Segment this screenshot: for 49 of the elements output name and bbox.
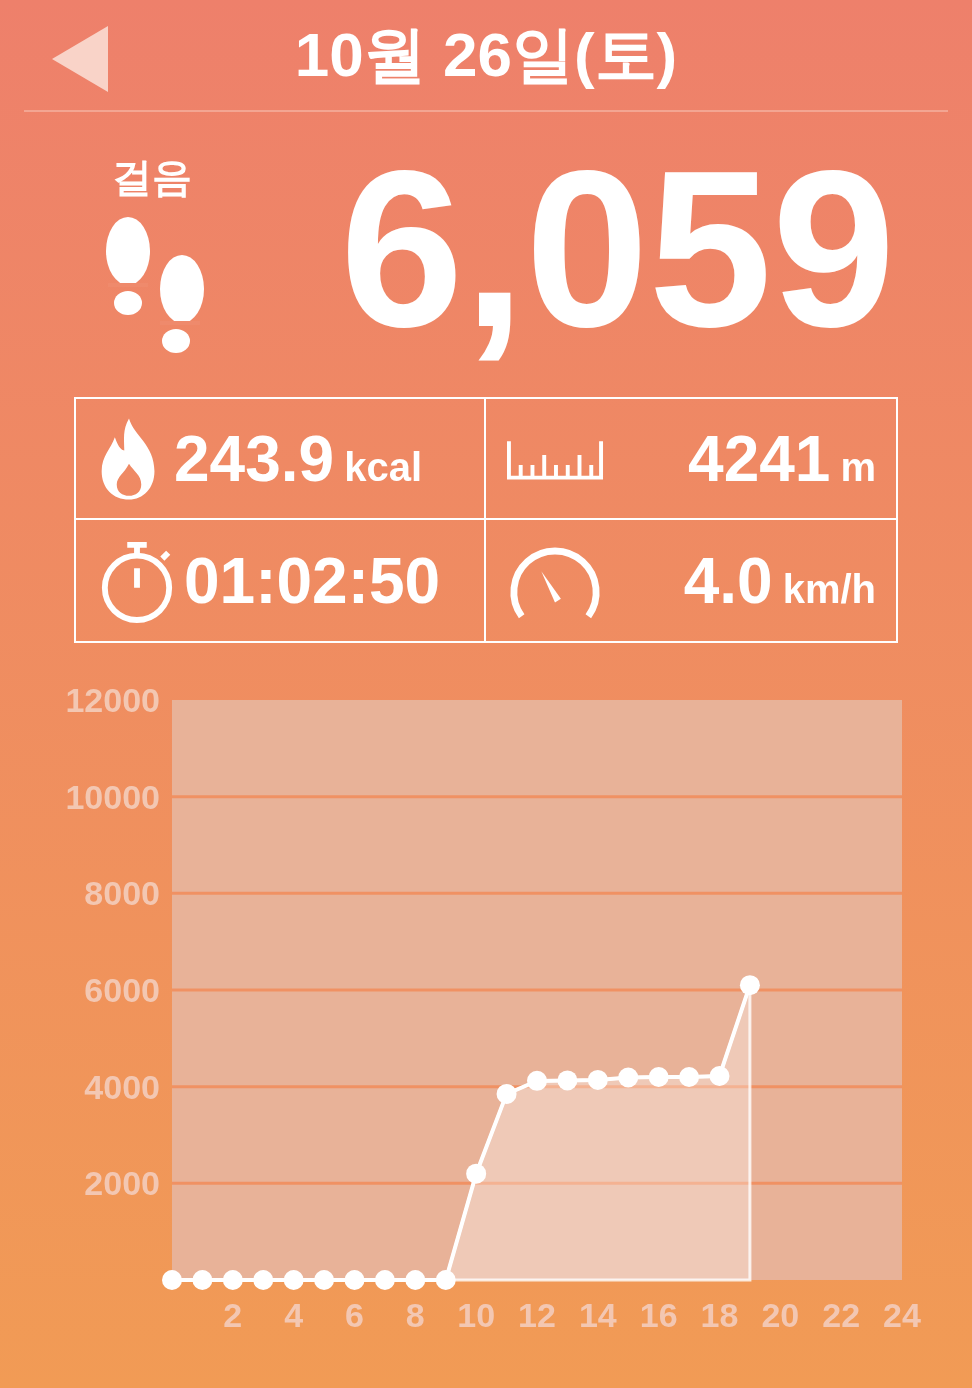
data-point <box>587 1069 608 1090</box>
stat-value: 243.9 <box>174 421 335 496</box>
data-point <box>496 1083 517 1104</box>
y-tick-label: 6000 <box>84 971 160 1009</box>
data-point <box>739 975 760 996</box>
x-tick-label: 16 <box>639 1296 678 1334</box>
data-point <box>648 1067 669 1087</box>
x-tick-label: 8 <box>405 1296 425 1334</box>
stat-unit: kcal <box>344 444 422 490</box>
x-tick-label: 4 <box>284 1296 304 1334</box>
data-point <box>557 1070 578 1091</box>
x-tick-label: 2 <box>223 1296 243 1334</box>
data-point <box>162 1270 182 1290</box>
y-tick-label: 4000 <box>84 1067 160 1106</box>
data-point <box>435 1270 456 1290</box>
stat-value: 4241 <box>688 421 831 496</box>
date-title: 10월 26일(토) <box>294 19 678 91</box>
data-point <box>679 1067 700 1087</box>
y-tick-label: 2000 <box>84 1164 160 1203</box>
y-tick-label: 12000 <box>65 681 160 719</box>
data-point <box>283 1270 304 1290</box>
y-tick-label: 8000 <box>84 874 160 913</box>
steps-label: 걸음 <box>112 153 192 202</box>
x-tick-label: 24 <box>883 1296 921 1334</box>
data-point <box>222 1270 243 1290</box>
step-count: 6,059 <box>340 137 896 360</box>
data-point <box>405 1270 426 1290</box>
x-tick-label: 22 <box>822 1296 861 1334</box>
back-icon[interactable] <box>52 26 108 92</box>
stat-value: 4.0 <box>683 543 773 618</box>
stat-value: 01:02:50 <box>184 543 441 618</box>
x-tick-label: 20 <box>761 1296 800 1334</box>
data-point <box>466 1163 487 1184</box>
x-tick-label: 10 <box>457 1296 496 1334</box>
y-tick-label: 10000 <box>65 777 160 816</box>
x-tick-label: 14 <box>578 1296 617 1334</box>
x-tick-label: 6 <box>345 1296 364 1334</box>
stat-unit: km/h <box>782 566 876 612</box>
data-point <box>527 1070 547 1091</box>
data-point <box>192 1270 213 1290</box>
data-point <box>618 1067 639 1088</box>
data-point <box>253 1270 274 1290</box>
data-point <box>709 1066 730 1087</box>
data-point <box>314 1270 335 1290</box>
x-tick-label: 18 <box>700 1296 739 1334</box>
stat-unit: m <box>840 444 876 490</box>
x-tick-label: 12 <box>518 1296 556 1334</box>
data-point <box>344 1270 365 1290</box>
data-point <box>374 1270 395 1290</box>
